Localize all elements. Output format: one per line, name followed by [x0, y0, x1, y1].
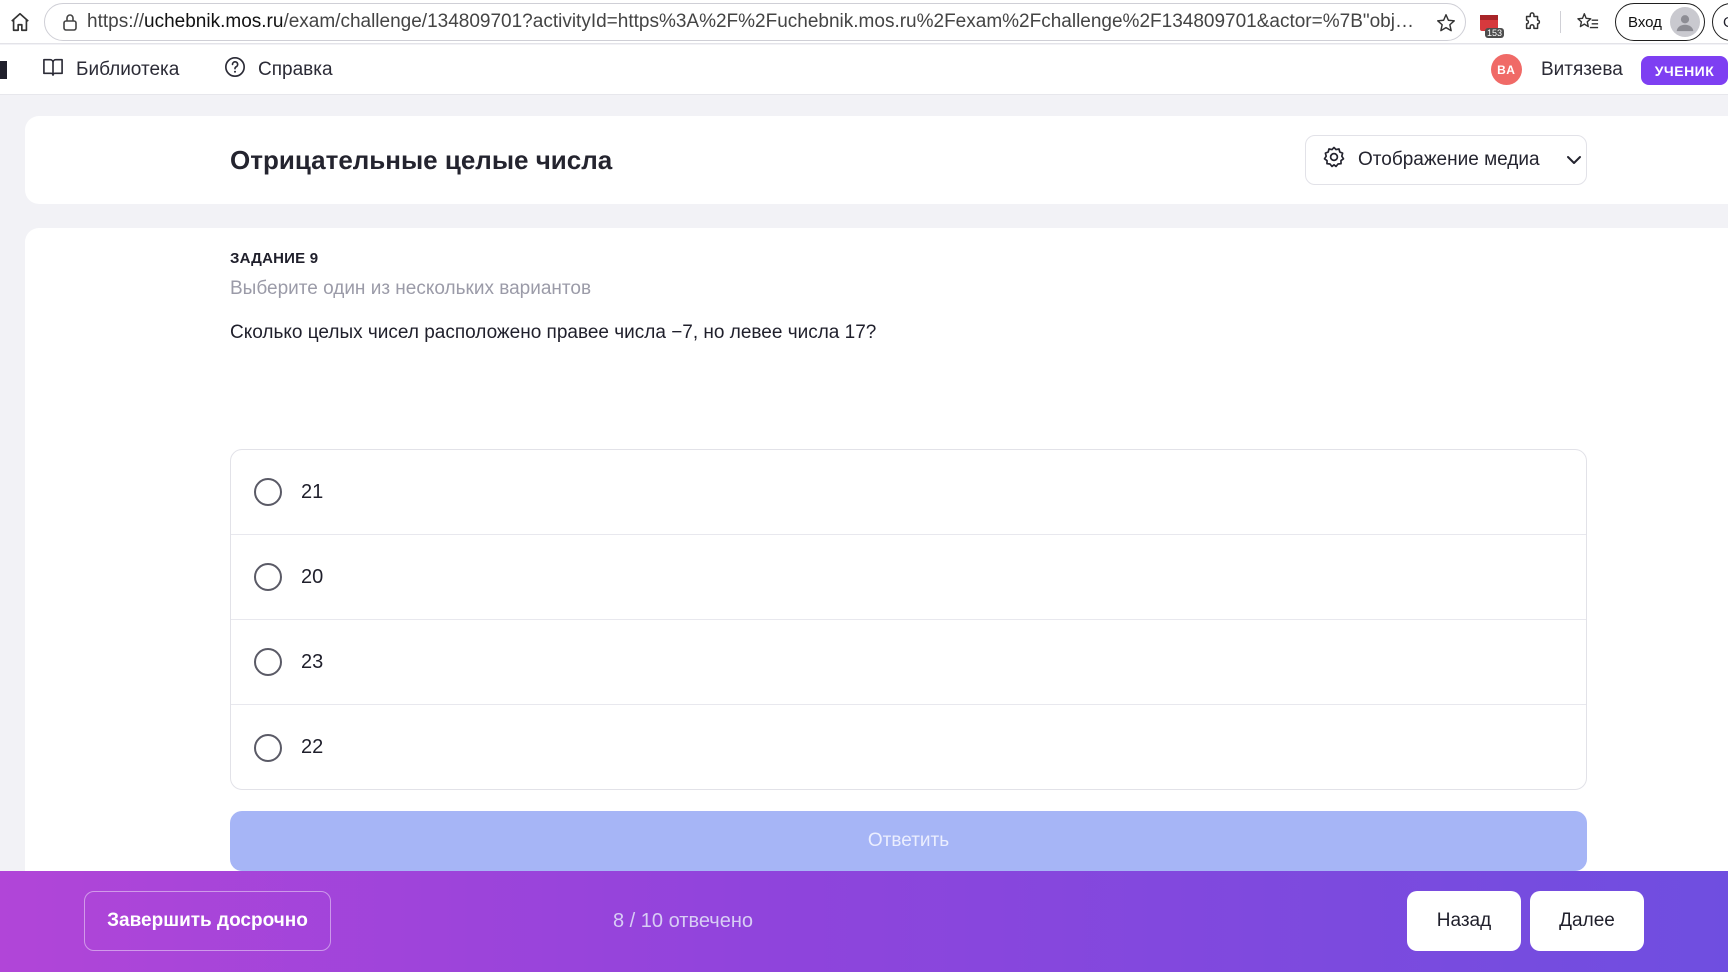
next-button[interactable]: Далее	[1530, 891, 1644, 951]
media-display-button[interactable]: Отображение медиа	[1305, 135, 1587, 185]
task-card: ЗАДАНИЕ 9 Выберите один из нескольких ва…	[25, 228, 1728, 878]
answer-option[interactable]: 21	[231, 450, 1586, 535]
browser-toolbar: https://uchebnik.mos.ru/exam/challenge/1…	[0, 0, 1728, 44]
title-card: Отрицательные целые числа Отображение ме…	[25, 116, 1728, 204]
answer-option[interactable]: 22	[231, 705, 1586, 789]
answer-option-label: 23	[301, 650, 324, 673]
page-title: Отрицательные целые числа	[230, 144, 613, 175]
logo-fragment	[0, 61, 7, 79]
finish-early-button[interactable]: Завершить досрочно	[84, 891, 331, 951]
answer-option[interactable]: 20	[231, 535, 1586, 620]
nav-help-label: Справка	[258, 59, 333, 80]
favorites-icon[interactable]	[1571, 5, 1605, 39]
nav-help[interactable]: Справка	[224, 45, 333, 95]
answer-options: 21 20 23 22	[230, 449, 1587, 790]
task-number: ЗАДАНИЕ 9	[230, 250, 319, 267]
user-avatar[interactable]: ВА	[1491, 54, 1522, 85]
user-name[interactable]: Витязева	[1541, 45, 1623, 95]
radio-button[interactable]	[254, 648, 282, 676]
answer-option[interactable]: 23	[231, 620, 1586, 705]
browser-login-button[interactable]: Вход	[1615, 3, 1705, 41]
radio-button[interactable]	[254, 563, 282, 591]
profile-icon	[1669, 7, 1700, 37]
help-circle-icon	[224, 56, 246, 84]
puzzle-extensions-icon[interactable]	[1516, 5, 1550, 39]
bookmark-star-icon[interactable]	[1433, 10, 1459, 36]
site-header: Библиотека Справка ВА Витязева УЧЕНИК	[0, 45, 1728, 95]
answer-option-label: 20	[301, 565, 324, 588]
radio-button[interactable]	[254, 733, 282, 762]
task-hint: Выберите один из нескольких вариантов	[230, 278, 592, 299]
role-badge: УЧЕНИК	[1641, 56, 1728, 85]
extension-badge: 153	[1484, 28, 1504, 38]
nav-library-label: Библиотека	[76, 59, 180, 80]
toolbar-divider	[1560, 11, 1561, 33]
answer-option-label: 22	[301, 736, 324, 758]
chevron-down-icon	[1566, 155, 1582, 165]
answer-option-label: 21	[301, 480, 324, 503]
task-question: Сколько целых чисел расположено правее ч…	[230, 322, 877, 343]
home-icon[interactable]	[0, 2, 40, 42]
calendar-extension-icon[interactable]: 153	[1472, 5, 1506, 39]
footer-bar: Завершить досрочно 8 / 10 отвечено Назад…	[0, 871, 1728, 972]
media-display-label: Отображение медиа	[1358, 149, 1540, 170]
address-bar[interactable]: https://uchebnik.mos.ru/exam/challenge/1…	[44, 3, 1466, 41]
radio-button[interactable]	[254, 478, 282, 506]
book-icon	[42, 57, 64, 83]
clipped-browser-button[interactable]: O	[1712, 3, 1728, 41]
progress-counter: 8 / 10 отвечено	[613, 909, 754, 932]
back-button[interactable]: Назад	[1407, 891, 1521, 951]
nav-library[interactable]: Библиотека	[42, 45, 179, 95]
lock-icon[interactable]	[53, 4, 87, 40]
url-text: https://uchebnik.mos.ru/exam/challenge/1…	[87, 11, 1422, 32]
login-label: Вход	[1628, 13, 1662, 31]
gear-icon	[1322, 145, 1346, 175]
submit-answer-button[interactable]: Ответить	[230, 811, 1587, 871]
